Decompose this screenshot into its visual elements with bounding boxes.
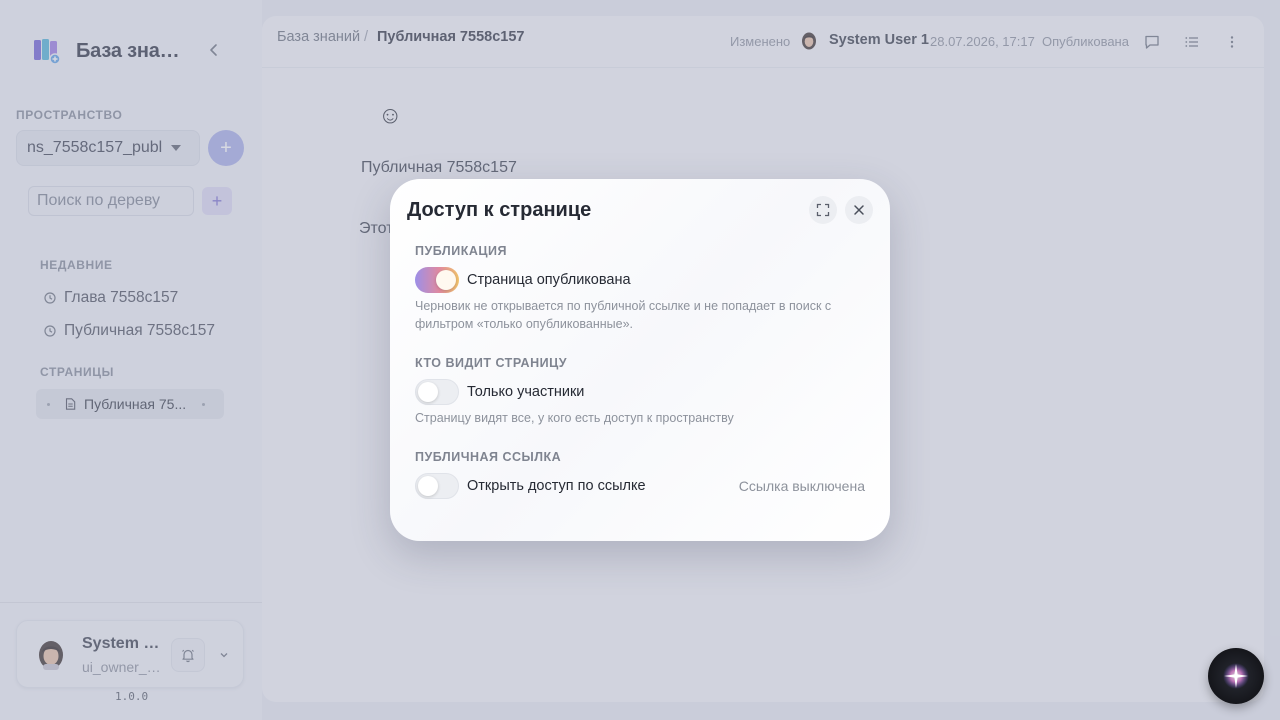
publication-toggle-label: Страница опубликована [467,272,631,288]
publication-section-label: ПУБЛИКАЦИЯ [415,244,507,258]
toggle-knob [418,476,438,496]
sparkle-icon [1223,663,1249,689]
public-link-toggle[interactable] [415,473,459,499]
expand-icon [816,203,830,217]
public-link-status: Ссылка выключена [738,478,865,494]
public-link-toggle-row: Открыть доступ по ссылке [415,473,646,499]
page-access-dialog: Доступ к странице ПУБЛИКАЦИЯ Страница оп… [390,179,890,541]
public-link-toggle-label: Открыть доступ по ссылке [467,478,646,494]
visibility-section-label: КТО ВИДИТ СТРАНИЦУ [415,356,568,370]
visibility-hint: Страницу видят все, у кого есть доступ к… [415,411,734,425]
dialog-title: Доступ к странице [407,199,592,221]
members-only-toggle[interactable] [415,379,459,405]
public-link-section-label: ПУБЛИЧНАЯ ССЫЛКА [415,450,562,464]
toggle-knob [436,270,456,290]
toggle-knob [418,382,438,402]
fullscreen-button[interactable] [809,196,837,224]
publication-toggle[interactable] [415,267,459,293]
close-icon [854,205,864,215]
close-dialog-button[interactable] [845,196,873,224]
visibility-toggle-row: Только участники [415,379,584,405]
members-only-toggle-label: Только участники [467,384,585,400]
assistant-button[interactable] [1208,648,1264,704]
publication-hint: Черновик не открывается по публичной ссы… [415,299,832,331]
publication-toggle-row: Страница опубликована [415,267,631,293]
